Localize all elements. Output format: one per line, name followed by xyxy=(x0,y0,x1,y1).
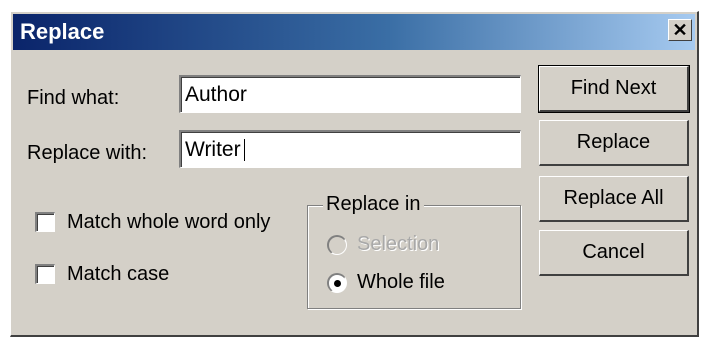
close-button[interactable]: ✕ xyxy=(668,19,692,41)
selection-radio[interactable] xyxy=(327,235,347,255)
replace-with-label: Replace with: xyxy=(27,142,148,164)
selection-label[interactable]: Selection xyxy=(357,233,439,256)
replace-all-button[interactable]: Replace All xyxy=(539,176,689,222)
find-what-label: Find what: xyxy=(27,87,120,109)
whole-file-radio[interactable] xyxy=(327,273,347,293)
find-what-input[interactable] xyxy=(179,75,521,113)
whole-file-label[interactable]: Whole file xyxy=(357,271,445,294)
replace-dialog: Replace ✕ Find what: Replace with: Match… xyxy=(10,11,699,337)
replace-button[interactable]: Replace xyxy=(539,120,689,166)
close-icon: ✕ xyxy=(672,20,688,40)
match-whole-word-checkbox[interactable] xyxy=(35,212,55,232)
match-case-checkbox[interactable] xyxy=(35,264,55,284)
replace-with-input[interactable] xyxy=(179,130,521,168)
cancel-button[interactable]: Cancel xyxy=(539,230,689,276)
match-whole-word-label[interactable]: Match whole word only xyxy=(67,211,270,234)
match-case-label[interactable]: Match case xyxy=(67,263,169,286)
window-title: Replace xyxy=(20,19,105,44)
title-bar[interactable]: Replace ✕ xyxy=(13,14,695,50)
radio-selected-dot-icon xyxy=(334,280,341,287)
replace-in-legend: Replace in xyxy=(323,193,424,216)
text-cursor xyxy=(244,139,245,161)
find-next-button[interactable]: Find Next xyxy=(538,65,690,113)
